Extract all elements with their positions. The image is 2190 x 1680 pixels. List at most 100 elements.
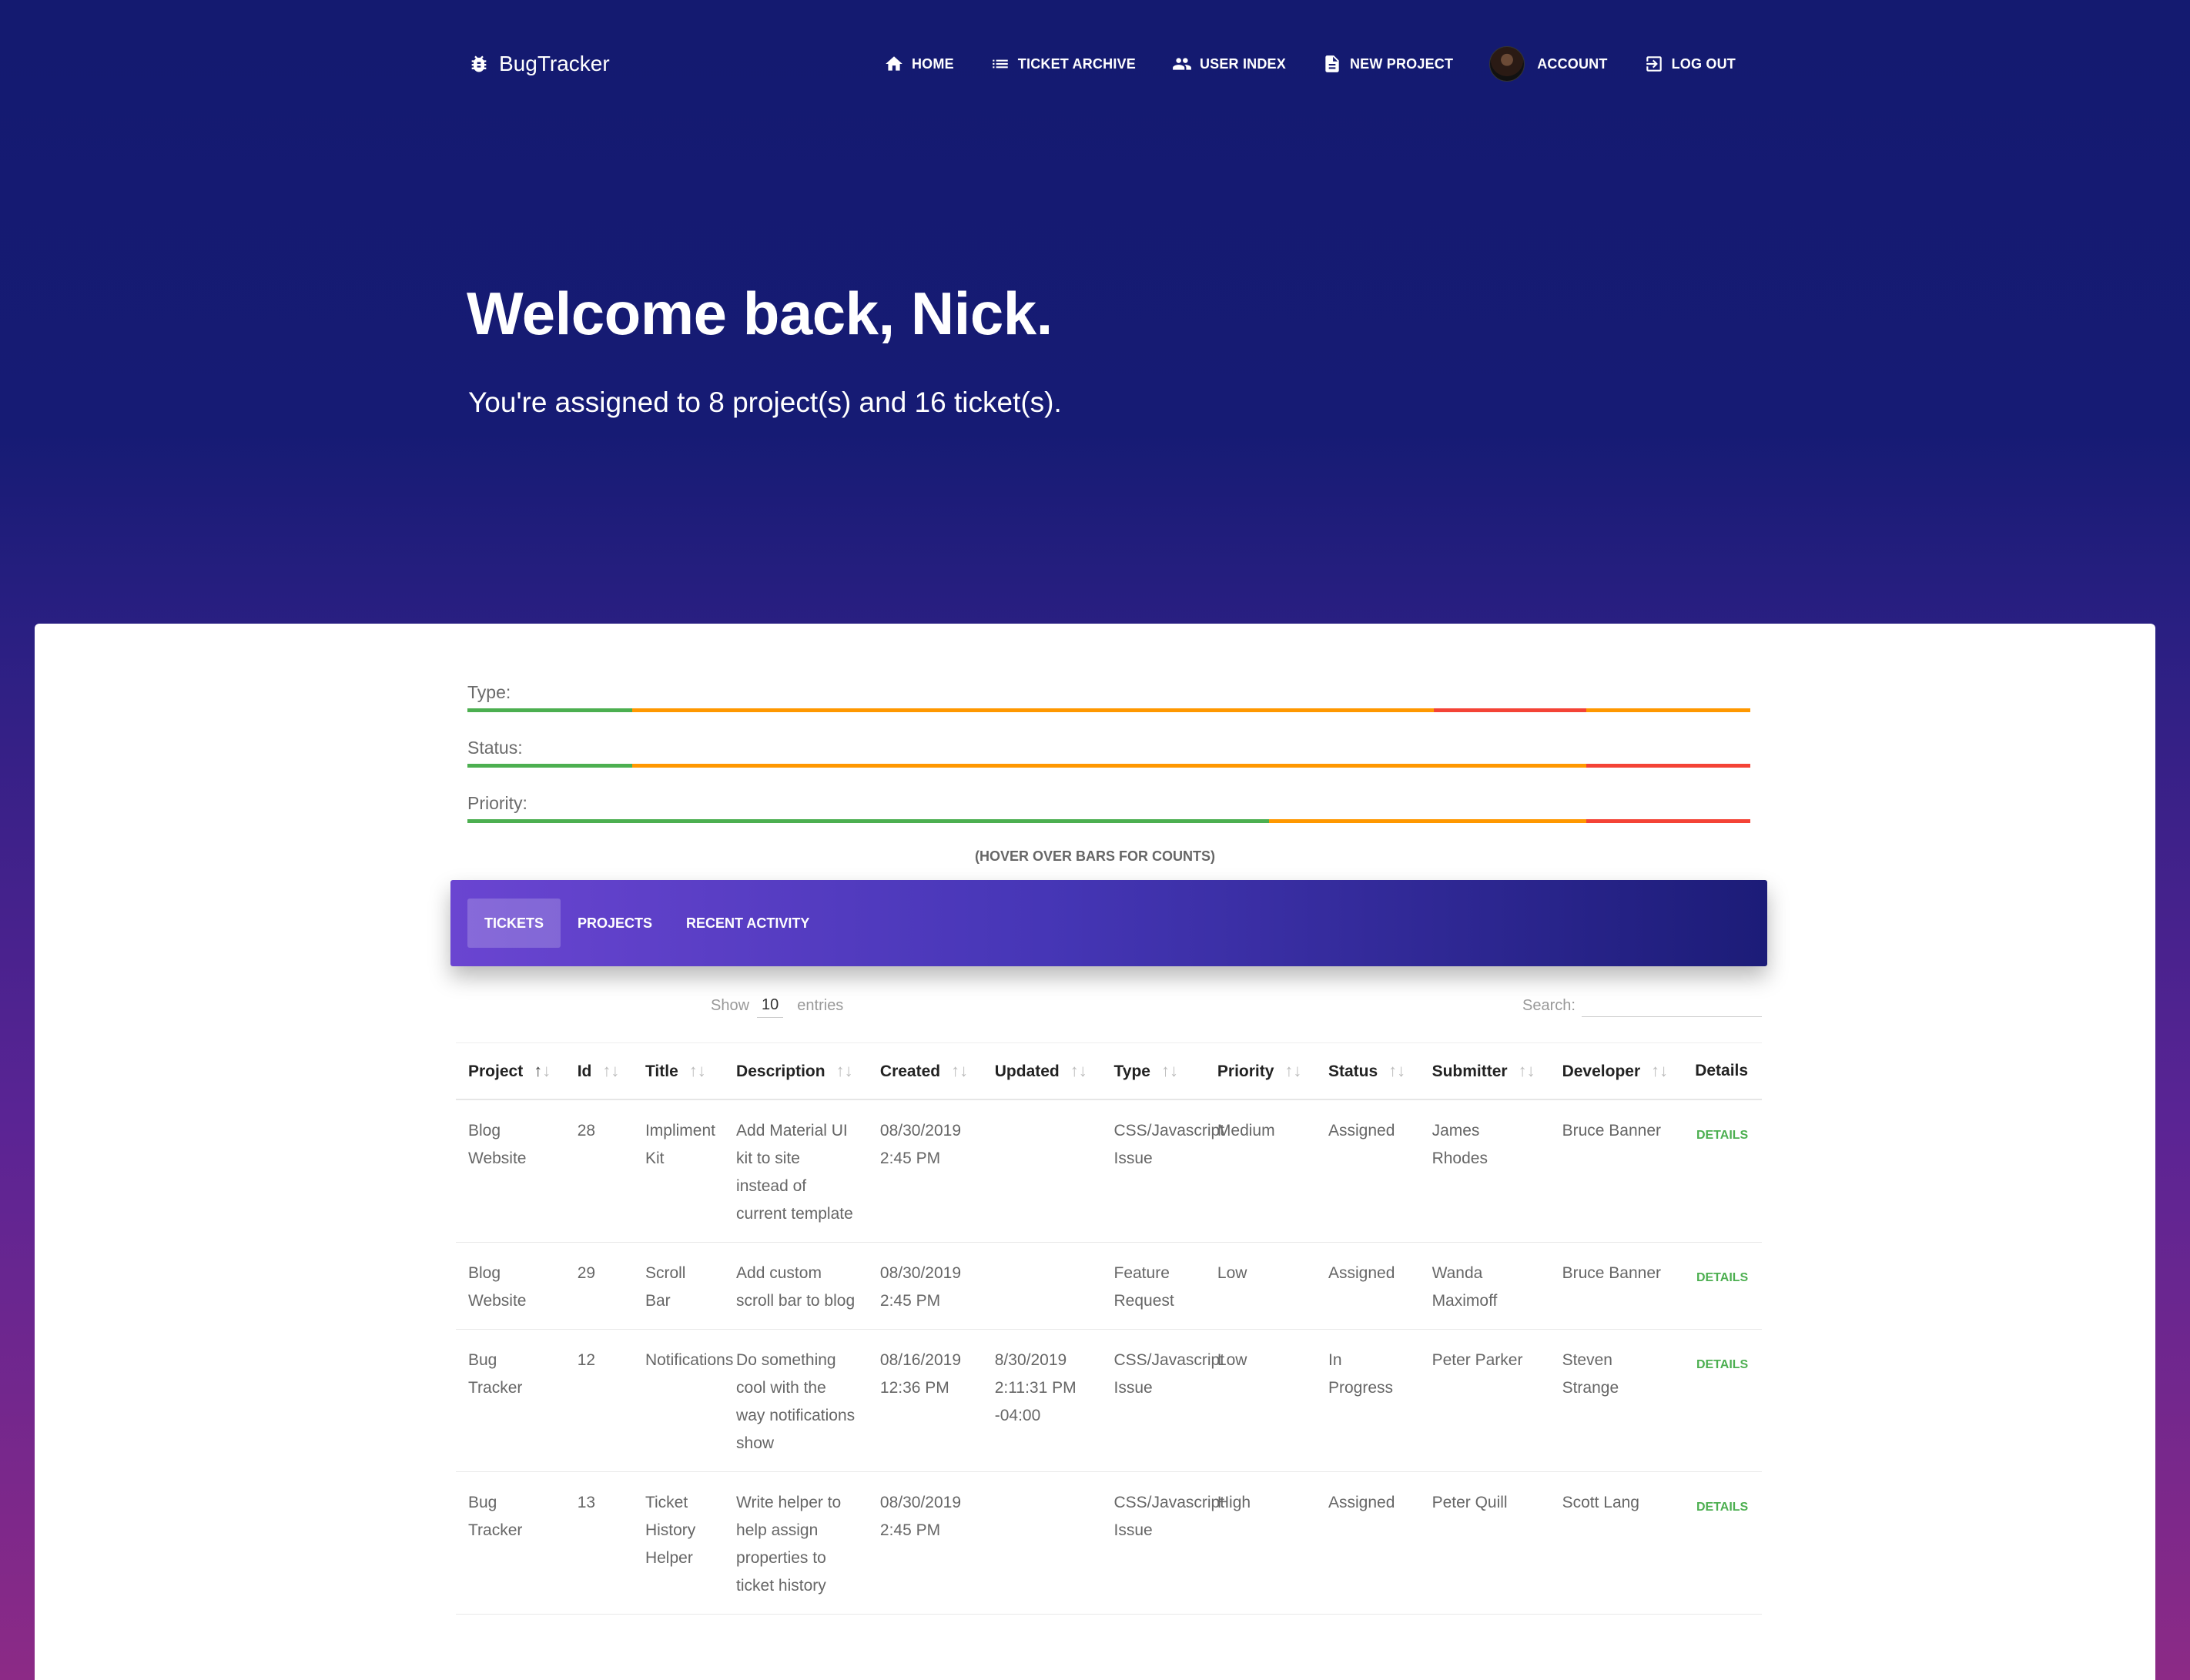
details-link[interactable]: DETAILS [1696,1122,1748,1150]
nav-ticket-archive-label: TICKET ARCHIVE [1017,55,1136,72]
column-header-label: Type [1113,1063,1150,1080]
search-control: Search: [1522,995,1762,1017]
avatar [1489,46,1525,82]
sort-icon: ↑↓ [1070,1061,1087,1080]
list-icon [993,59,1008,69]
cell-type: CSS/Javascript Issue [1101,1471,1224,1615]
column-header[interactable]: Updated ↑↓ [982,1042,1102,1100]
details-link[interactable]: DETAILS [1696,1494,1748,1521]
cell-description: Add custom scroll bar to blog [724,1242,868,1330]
search-input[interactable] [1581,995,1762,1017]
tickets-table: Project ↑↓ Id ↑↓ Title ↑↓ Description ↑↓ Created… [456,1042,1762,1615]
column-header-label: Priority [1217,1063,1274,1080]
bar-segment[interactable] [1586,819,1750,823]
column-header[interactable]: Created ↑↓ [867,1042,983,1100]
cell-id: 28 [564,1099,633,1243]
nav-ticket-archive[interactable]: TICKET ARCHIVE [990,54,1136,74]
welcome-title: Welcome back, Nick. [467,279,1053,347]
nav-account[interactable]: ACCOUNT [1489,46,1607,82]
cell-status: Assigned [1315,1242,1420,1330]
column-header-label: Submitter [1432,1063,1508,1080]
cell-project: Bug Tracker [456,1329,565,1472]
status-bar[interactable] [467,764,1750,768]
column-header-label: Status [1328,1063,1378,1080]
column-header[interactable]: Project ↑↓ [456,1042,565,1100]
table-row: Bug Tracker 12 Notifications Do something c… [456,1329,1762,1472]
sort-icon: ↑↓ [688,1061,706,1080]
cell-submitter: Wanda Maximoff [1419,1242,1550,1330]
nav-new-project[interactable]: NEW PROJECT [1322,54,1453,74]
cell-details: DETAILS [1683,1242,1762,1330]
cell-project: Blog Website [456,1099,565,1243]
sort-icon: ↑↓ [835,1061,853,1080]
cell-priority: Medium [1204,1099,1316,1243]
column-header-label: Details [1695,1062,1749,1079]
sort-icon: ↑↓ [1518,1061,1535,1080]
column-header[interactable]: Id ↑↓ [564,1042,633,1100]
sort-icon: ↑↓ [1284,1061,1302,1080]
bar-segment[interactable] [1268,819,1587,823]
table-row: Bug Tracker 13 Ticket History Helper Write … [456,1471,1762,1615]
bar-segment[interactable] [1434,708,1587,712]
priority-bar[interactable] [467,819,1750,823]
column-header-label: Project [468,1063,524,1080]
cell-created: 08/30/2019 2:45 PM [867,1471,983,1615]
assignment-summary: You're assigned to 8 project(s) and 16 t… [468,387,1062,418]
cell-developer: Steven Strange [1549,1329,1683,1472]
cell-id: 13 [564,1471,633,1615]
brand-link[interactable]: BugTracker [468,48,610,80]
column-header[interactable]: Type ↑↓ [1101,1042,1205,1100]
bar-segment[interactable] [1586,708,1750,712]
bar-segment[interactable] [467,708,633,712]
cell-updated: 8/30/2019 2:11:31 PM -04:00 [982,1329,1102,1472]
bar-segment[interactable] [632,708,1435,712]
column-header[interactable]: Priority ↑↓ [1204,1042,1316,1100]
tab-recent-activity[interactable]: RECENT ACTIVITY [669,899,826,948]
cell-submitter: Peter Parker [1419,1329,1550,1472]
cell-type: Feature Request [1101,1242,1205,1330]
column-header-label: Description [736,1063,825,1080]
bar-segment[interactable] [467,819,1269,823]
cell-submitter: Peter Quill [1419,1471,1550,1615]
nav-logout[interactable]: LOG OUT [1644,54,1736,74]
column-header[interactable]: Title ↑↓ [632,1042,725,1100]
column-header-label: Title [645,1063,678,1080]
nav-user-index[interactable]: USER INDEX [1172,54,1286,74]
cell-developer: Scott Lang [1549,1471,1683,1615]
bar-segment[interactable] [467,764,633,768]
cell-id: 29 [564,1242,633,1330]
nav-new-project-label: NEW PROJECT [1349,55,1454,72]
bar-segment[interactable] [1586,764,1750,768]
type-bar[interactable] [467,708,1750,712]
main-nav: HOME TICKET ARCHIVE USER INDEX NEW PROJE… [884,46,1736,82]
sort-icon: ↑↓ [1388,1061,1406,1080]
show-entries-control: Show 10 entries [711,993,843,1018]
cell-title: Notifications [632,1329,733,1472]
column-header[interactable]: Developer ↑↓ [1549,1042,1683,1100]
cell-updated [982,1242,1102,1330]
cell-details: DETAILS [1683,1471,1762,1615]
bar-segment[interactable] [632,764,1587,768]
column-header[interactable]: Status ↑↓ [1315,1042,1420,1100]
details-link[interactable]: DETAILS [1696,1351,1748,1379]
cell-developer: Bruce Banner [1549,1242,1683,1330]
cell-status: In Progress [1315,1329,1420,1472]
cell-updated [982,1099,1102,1243]
column-header[interactable]: Description ↑↓ [724,1042,868,1100]
tab-tickets[interactable]: TICKETS [467,899,561,948]
cell-title: Ticket History Helper [632,1471,725,1615]
details-link[interactable]: DETAILS [1696,1264,1748,1292]
brand-name: BugTracker [499,52,610,75]
cell-priority: Low [1204,1329,1316,1472]
sort-icon: ↑↓ [951,1061,969,1080]
entries-select[interactable]: 10 [757,993,784,1018]
column-header[interactable]: Submitter ↑↓ [1419,1042,1550,1100]
cell-id: 12 [564,1329,633,1472]
entries-label: entries [797,996,844,1014]
column-header[interactable]: Details [1683,1042,1762,1100]
cell-title: Scroll Bar [632,1242,725,1330]
tab-projects[interactable]: PROJECTS [561,899,669,948]
bug-icon [471,55,487,72]
nav-home[interactable]: HOME [884,54,954,74]
cell-project: Blog Website [456,1242,565,1330]
